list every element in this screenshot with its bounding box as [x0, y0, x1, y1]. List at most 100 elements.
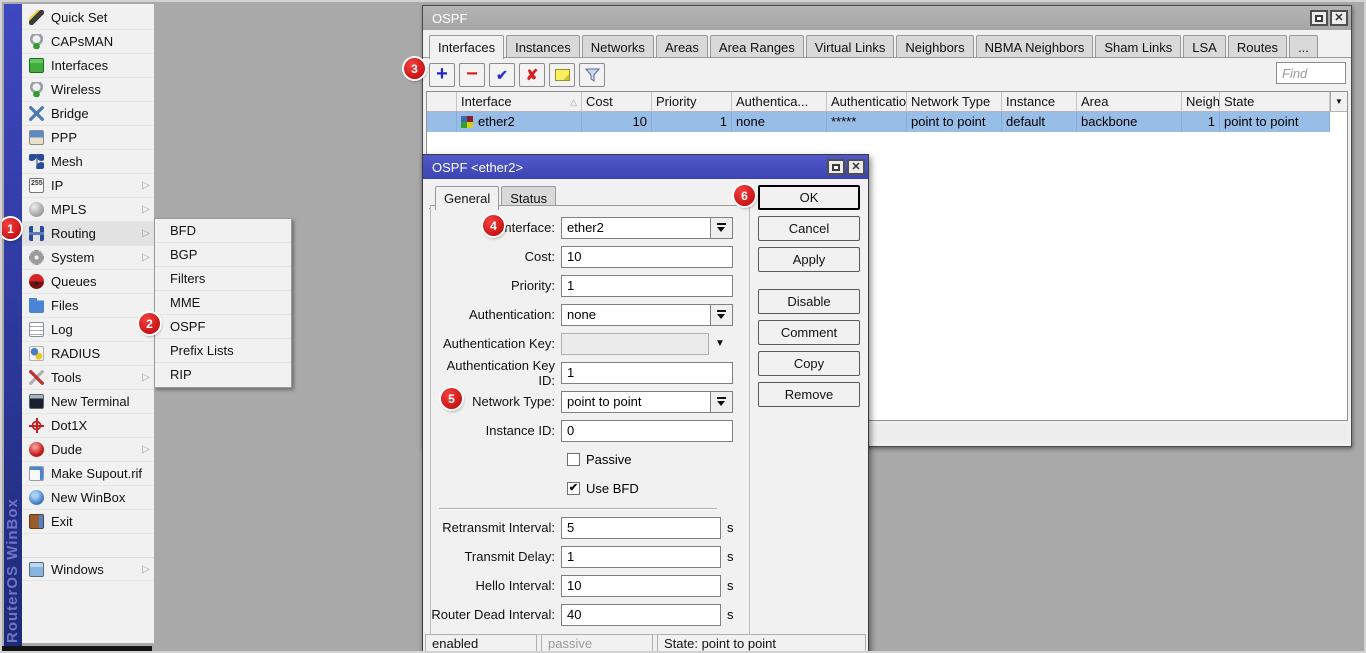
menu-item-icon — [29, 418, 44, 433]
remove-button[interactable]: − — [459, 63, 485, 87]
field-input[interactable]: none — [561, 304, 733, 326]
dialog-tab[interactable]: General — [435, 186, 499, 210]
sidebar-menu-item[interactable]: Windows ▷ — [22, 557, 154, 581]
ospf-tab[interactable]: Sham Links — [1095, 35, 1181, 58]
sidebar-menu-item[interactable]: Quick Set — [22, 6, 154, 30]
checkbox-row[interactable]: Passive — [567, 445, 749, 474]
interval-input[interactable]: 5 — [561, 517, 721, 539]
add-button[interactable]: + — [429, 63, 455, 87]
field-input[interactable]: 0 — [561, 420, 733, 442]
column-header[interactable] — [427, 92, 457, 111]
column-header[interactable]: Authentica... — [732, 92, 827, 111]
dialog-action-button[interactable]: Remove — [758, 382, 860, 407]
ospf-tab[interactable]: Networks — [582, 35, 654, 58]
submenu-item[interactable]: BFD — [155, 219, 291, 243]
sidebar-menu-item[interactable]: Log — [22, 318, 154, 342]
submenu-item[interactable]: MME — [155, 291, 291, 315]
submenu-item[interactable]: Filters — [155, 267, 291, 291]
form-row: Instance ID: 0 — [431, 416, 749, 445]
sidebar-menu-item[interactable]: New WinBox — [22, 486, 154, 510]
checkbox[interactable] — [567, 453, 580, 466]
sidebar-menu-item[interactable]: System ▷ — [22, 246, 154, 270]
field-input[interactable]: 1 — [561, 362, 733, 384]
sidebar-menu-item[interactable]: IP ▷ — [22, 174, 154, 198]
ospf-tab[interactable]: Instances — [506, 35, 580, 58]
ospf-tab[interactable]: LSA — [1183, 35, 1226, 58]
column-chooser-button[interactable]: ▼ — [1330, 92, 1347, 111]
submenu-item[interactable]: Prefix Lists — [155, 339, 291, 363]
maximize-icon — [1315, 15, 1323, 22]
ospf-tab[interactable]: Area Ranges — [710, 35, 804, 58]
sidebar-menu-item[interactable]: Mesh — [22, 150, 154, 174]
sidebar-menu-item[interactable]: Dot1X — [22, 414, 154, 438]
column-header[interactable]: Instance — [1002, 92, 1077, 111]
submenu-item[interactable]: OSPF — [155, 315, 291, 339]
menu-item-icon — [29, 154, 44, 169]
ospf-tab[interactable]: Areas — [656, 35, 708, 58]
column-header[interactable]: Area — [1077, 92, 1182, 111]
dialog-action-button[interactable]: Apply — [758, 247, 860, 272]
close-button[interactable]: ✕ — [1330, 10, 1348, 26]
ospf-tab[interactable]: NBMA Neighbors — [976, 35, 1094, 58]
disable-button[interactable]: ✘ — [519, 63, 545, 87]
dialog-action-button[interactable]: OK — [758, 185, 860, 210]
column-header[interactable]: Interface△ — [457, 92, 582, 111]
sidebar-menu-item[interactable]: Wireless — [22, 78, 154, 102]
dropdown-button[interactable] — [710, 218, 732, 238]
field-input[interactable]: ether2 — [561, 217, 733, 239]
dialog-action-button[interactable]: Disable — [758, 289, 860, 314]
sidebar-menu-item[interactable]: Tools ▷ — [22, 366, 154, 390]
ospf-tab[interactable]: Neighbors — [896, 35, 973, 58]
dialog-action-button[interactable]: Comment — [758, 320, 860, 345]
sidebar-menu-item[interactable]: Files — [22, 294, 154, 318]
column-header[interactable]: Neigh... — [1182, 92, 1220, 111]
sidebar-menu-item[interactable]: New Terminal — [22, 390, 154, 414]
menu-item-label: Make Supout.rif — [51, 466, 142, 481]
field-input[interactable]: point to point — [561, 391, 733, 413]
dialog-titlebar: OSPF <ether2> ✕ — [423, 155, 868, 179]
sidebar-menu-item[interactable]: MPLS ▷ — [22, 198, 154, 222]
sidebar-menu-item[interactable]: Routing ▷ — [22, 222, 154, 246]
submenu-item[interactable]: RIP — [155, 363, 291, 387]
submenu-item[interactable]: BGP — [155, 243, 291, 267]
sidebar-menu-item[interactable]: PPP — [22, 126, 154, 150]
checkbox-row[interactable]: ✔ Use BFD — [567, 474, 749, 503]
comment-button[interactable] — [549, 63, 575, 87]
interval-input[interactable]: 40 — [561, 604, 721, 626]
column-header[interactable]: Cost — [582, 92, 652, 111]
column-header[interactable]: Priority — [652, 92, 732, 111]
dialog-close-button[interactable]: ✕ — [847, 159, 865, 175]
sidebar-menu-item[interactable]: Make Supout.rif — [22, 462, 154, 486]
field-input[interactable]: 1 — [561, 275, 733, 297]
dropdown-button[interactable] — [710, 305, 732, 325]
checkbox[interactable]: ✔ — [567, 482, 580, 495]
table-row-selected[interactable]: ether2 10 1 none ***** point to point de… — [427, 112, 1330, 132]
ospf-tab[interactable]: Routes — [1228, 35, 1287, 58]
ospf-tab[interactable]: Interfaces — [429, 35, 504, 59]
dropdown-arrow-icon[interactable]: ▼ — [715, 338, 725, 349]
column-header[interactable]: Network Type — [907, 92, 1002, 111]
sidebar-menu-item[interactable]: Interfaces — [22, 54, 154, 78]
dropdown-button[interactable] — [710, 392, 732, 412]
interval-input[interactable]: 10 — [561, 575, 721, 597]
sidebar-menu-item[interactable]: RADIUS — [22, 342, 154, 366]
sidebar-menu-item[interactable]: Queues — [22, 270, 154, 294]
filter-button[interactable] — [579, 63, 605, 87]
find-input[interactable] — [1276, 62, 1346, 84]
interval-input[interactable]: 1 — [561, 546, 721, 568]
column-header[interactable]: Authentication ... — [827, 92, 907, 111]
column-header[interactable]: State — [1220, 92, 1330, 111]
field-input[interactable]: 10 — [561, 246, 733, 268]
ospf-tab[interactable]: Virtual Links — [806, 35, 895, 58]
sidebar-menu-item[interactable]: Bridge — [22, 102, 154, 126]
sidebar-menu-item[interactable]: CAPsMAN — [22, 30, 154, 54]
ospf-tab[interactable]: ... — [1289, 35, 1318, 58]
maximize-button[interactable] — [1310, 10, 1328, 26]
field-input[interactable] — [561, 333, 709, 355]
dialog-maximize-button[interactable] — [827, 159, 845, 175]
sidebar-menu-item[interactable]: Exit — [22, 510, 154, 534]
enable-button[interactable]: ✔ — [489, 63, 515, 87]
dialog-action-button[interactable]: Copy — [758, 351, 860, 376]
dialog-action-button[interactable]: Cancel — [758, 216, 860, 241]
sidebar-menu-item[interactable]: Dude ▷ — [22, 438, 154, 462]
